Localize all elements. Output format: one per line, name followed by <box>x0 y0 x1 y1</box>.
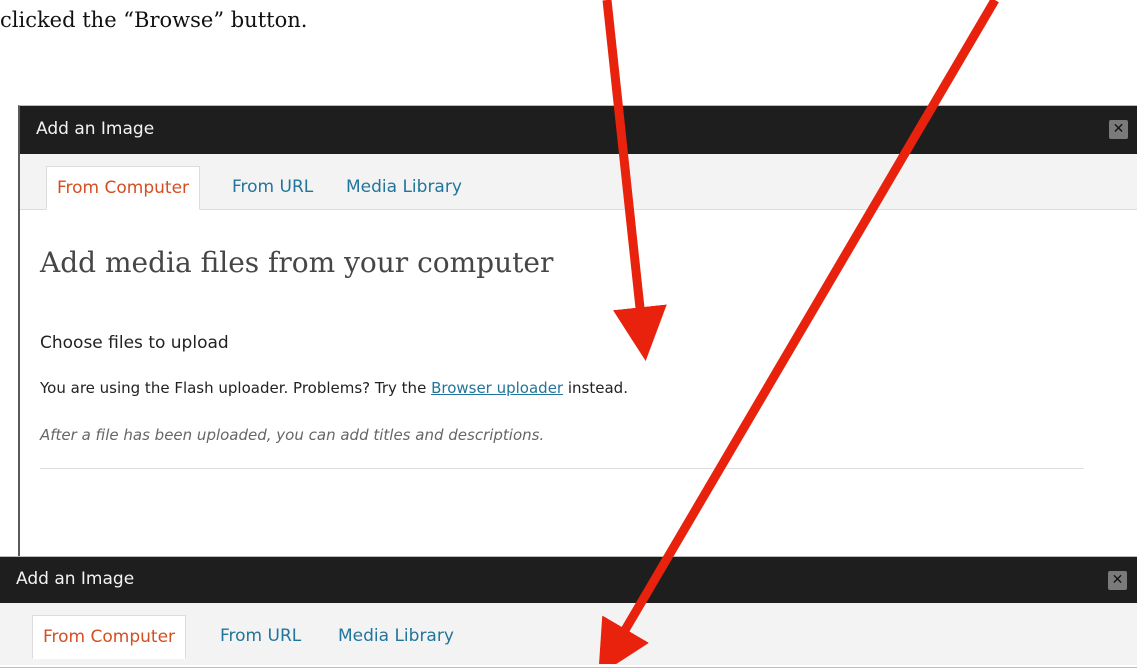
tab-from-url[interactable]: From URL <box>222 166 323 209</box>
upload-note: After a file has been uploaded, you can … <box>40 426 545 444</box>
dialog-titlebar: Add an Image ✕ <box>0 557 1137 603</box>
dialog-title: Add an Image <box>36 119 155 139</box>
add-image-dialog-second: Add an Image ✕ From Computer From URL Me… <box>0 556 1137 668</box>
upload-subheading: Choose files to upload <box>40 333 229 353</box>
tab-media-library[interactable]: Media Library <box>336 166 472 209</box>
tab-from-url[interactable]: From URL <box>210 615 311 658</box>
dialog-title: Add an Image <box>16 569 135 589</box>
caption-text: clicked the “Browse” button. <box>0 8 308 32</box>
page-heading: Add media files from your computer <box>40 246 554 279</box>
close-icon[interactable]: ✕ <box>1108 571 1127 590</box>
divider <box>40 468 1084 469</box>
uploader-info: You are using the Flash uploader. Proble… <box>40 379 628 397</box>
tab-media-library[interactable]: Media Library <box>328 615 464 658</box>
add-image-dialog: Add an Image ✕ From Computer From URL Me… <box>18 105 1137 567</box>
info-prefix: You are using the Flash uploader. Proble… <box>40 379 432 397</box>
info-suffix: instead. <box>563 379 628 397</box>
tab-from-computer[interactable]: From Computer <box>46 166 201 210</box>
tab-from-computer[interactable]: From Computer <box>32 615 187 659</box>
dialog-titlebar: Add an Image ✕ <box>20 106 1137 154</box>
tab-bar: From Computer From URL Media Library <box>0 603 1137 665</box>
tab-bar: From Computer From URL Media Library <box>20 154 1137 210</box>
close-icon[interactable]: ✕ <box>1109 120 1128 139</box>
browser-uploader-link[interactable]: Browser uploader <box>431 379 563 397</box>
